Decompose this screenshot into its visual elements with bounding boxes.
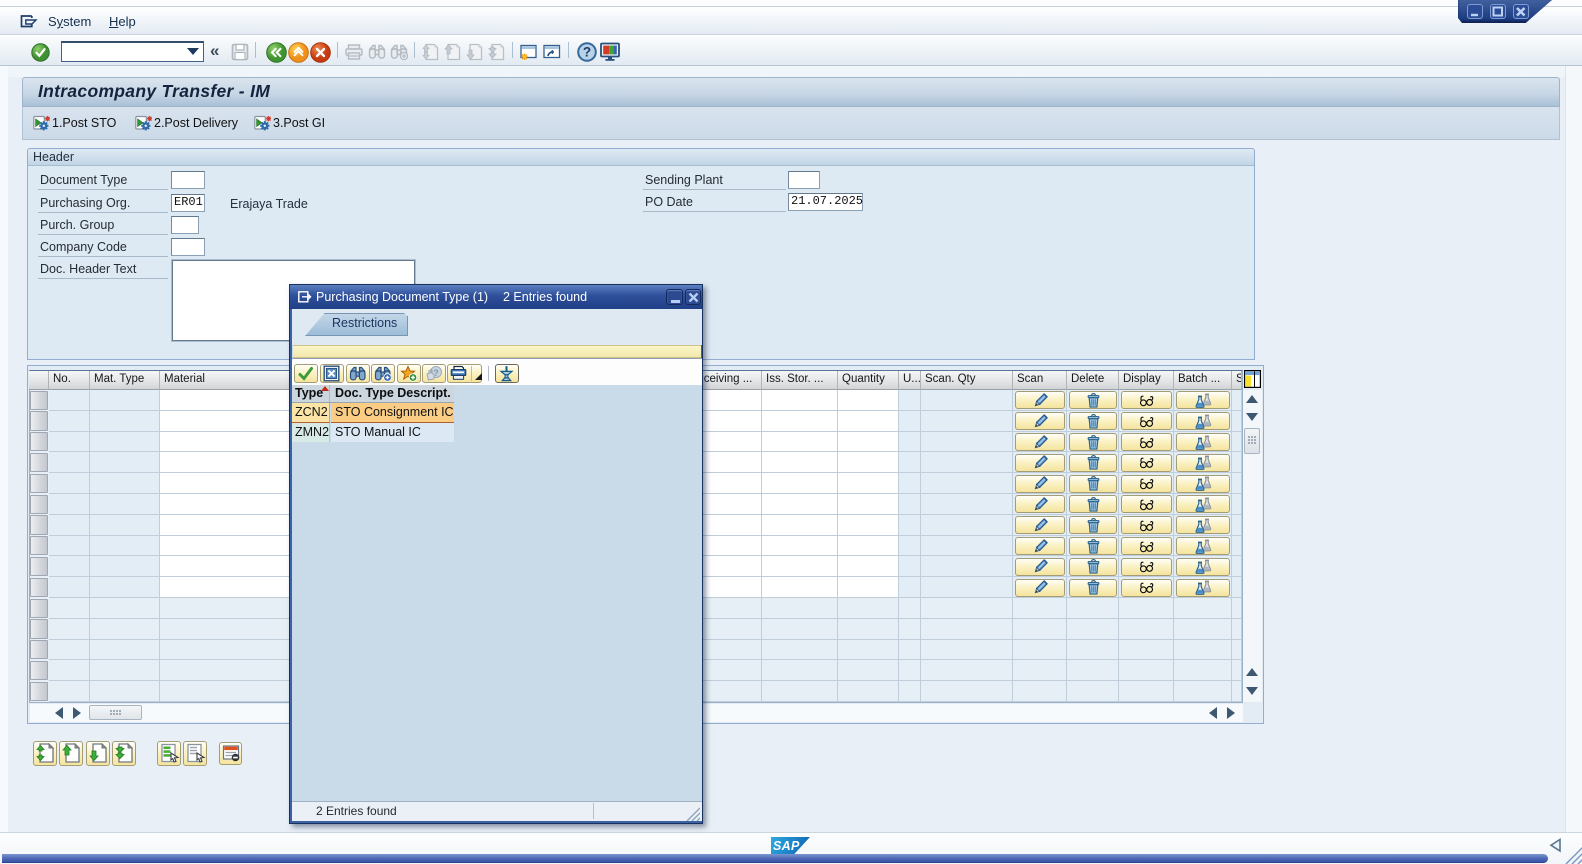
svg-text:?: ? [583, 45, 591, 60]
